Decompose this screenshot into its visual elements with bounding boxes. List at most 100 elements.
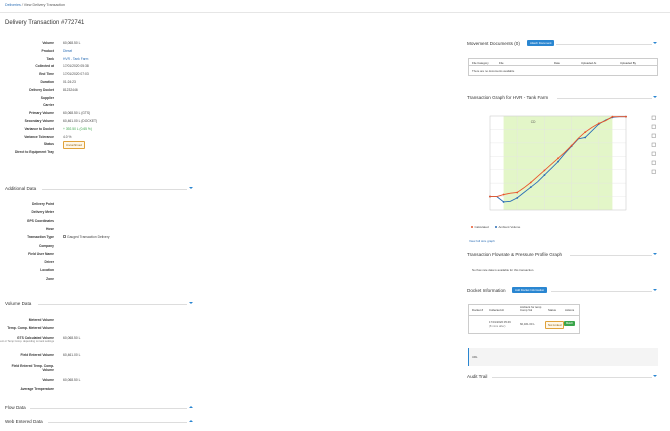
calculated-point	[516, 191, 519, 194]
field-label: Collected at	[35, 64, 54, 69]
field-label: Transaction Type	[27, 235, 54, 240]
ambient-volume-point	[516, 197, 519, 199]
field-hint: Ambient or Temp Comp. depending on tank …	[0, 340, 54, 343]
field-value: 60,068.50 L (GTS)	[63, 111, 91, 116]
section-docket-divider	[551, 291, 652, 292]
field-label: Secondary Volume	[24, 119, 54, 123]
table-header-divider	[469, 65, 657, 66]
field-value: 81232446	[63, 87, 78, 92]
column-file-category: File Category	[472, 60, 489, 65]
column-volume: Ambient for temp Comp Vol	[520, 305, 542, 312]
chart-toolbar-icon	[651, 151, 656, 156]
section-flow-divider	[30, 408, 187, 409]
chart-toolbar-icon	[651, 169, 656, 174]
field-label: GPS Coordinates	[26, 218, 54, 223]
chevron-down-icon[interactable]	[189, 187, 193, 189]
section-flowrate-divider	[570, 255, 652, 256]
section-web-title[interactable]: Web Entered Data	[5, 419, 43, 424]
section-flow-title[interactable]: Flow Data	[5, 405, 26, 410]
chevron-down-icon[interactable]	[653, 253, 657, 255]
field-value: 60,068.50 L	[63, 336, 81, 340]
field-label: Field User Name	[28, 251, 54, 256]
section-docket-title: Docket Information	[467, 288, 506, 293]
chevron-down-icon[interactable]	[653, 375, 657, 377]
calculated-point	[489, 195, 491, 198]
column-file: File	[499, 60, 504, 65]
field-label: Carrier	[43, 103, 54, 108]
attach-document-button[interactable]: Attach Document	[527, 40, 555, 46]
field-label: Field Entered Volume	[20, 353, 54, 357]
legend-calculated-label: Calculated	[475, 225, 490, 229]
docket-info-text: URL	[472, 355, 478, 359]
chart-toolbar-icon	[651, 142, 656, 147]
field-value: 4.0 %	[63, 134, 72, 139]
column-collected-at: Collected At	[489, 308, 504, 312]
field-value: 60,461.00 L	[63, 353, 81, 357]
section-web-divider	[48, 422, 187, 423]
ambient-volume-point	[543, 174, 546, 176]
field-label: Delivery Meter	[31, 210, 54, 215]
match-docket-button[interactable]: Match	[564, 321, 576, 326]
field-label: Driver	[44, 260, 54, 265]
section-flowrate-title: Transaction Flowrate & Pressure Profile …	[467, 252, 563, 257]
field-label: Location	[40, 268, 54, 273]
field-label: Variance to Docket	[24, 126, 54, 131]
chevron-down-icon[interactable]	[189, 302, 193, 304]
column-actions: Actions	[565, 308, 575, 312]
field-value: 17/01/2020 05:38	[63, 64, 89, 69]
view-full-graph-link[interactable]: View full size graph	[469, 239, 495, 243]
chevron-down-icon[interactable]	[653, 42, 657, 44]
ambient-volume-point	[584, 136, 587, 139]
field-label: Metered Volume	[28, 318, 54, 322]
field-label: Supplier	[40, 95, 54, 100]
field-label: Product	[41, 48, 54, 53]
column-uploaded-at: Uploaded At	[581, 60, 597, 65]
add-docket-button[interactable]: Add Docket Information	[512, 287, 548, 293]
field-value: 17/01/2020 07:03	[63, 72, 89, 77]
breadcrumb-current: View Delivery Transaction	[23, 3, 66, 7]
page-title: Delivery Transaction #772741	[5, 20, 85, 26]
section-audit-title[interactable]: Audit Trail	[467, 374, 487, 379]
field-label: Duration	[40, 80, 54, 84]
chevron-up-icon[interactable]	[189, 420, 193, 422]
field-value: Gauged Transaction Delivery	[67, 235, 110, 240]
field-label: Temp. Comp. Metered Volume	[7, 326, 54, 330]
field-label: Zone	[46, 276, 54, 281]
column-uploaded-by: Uploaded By	[620, 60, 637, 65]
checkbox-icon[interactable]	[63, 235, 66, 238]
section-movement-divider	[556, 44, 652, 45]
section-additional-title[interactable]: Additional Data	[5, 186, 36, 191]
ambient-volume-point	[502, 201, 505, 203]
column-date: Date	[554, 60, 560, 65]
section-volume-title[interactable]: Volume Data	[5, 301, 31, 306]
section-graph-divider	[557, 98, 652, 99]
status-badge: Unconfirmed	[63, 141, 85, 149]
chevron-down-icon[interactable]	[653, 96, 657, 98]
section-additional-divider	[42, 189, 187, 190]
chevron-down-icon[interactable]	[653, 289, 657, 291]
chevron-up-icon[interactable]	[189, 406, 193, 408]
field-label: Field Entered Temp. Comp. Volume	[11, 364, 54, 372]
table-header-divider	[469, 315, 579, 316]
field-value: 01:24:23	[63, 80, 76, 84]
field-label: End Time	[39, 72, 54, 77]
field-value-link[interactable]: HVR - Tank Farm	[63, 57, 88, 61]
ambient-volume-point	[529, 186, 532, 189]
chart-peak-label: CD	[531, 120, 536, 124]
calculated-point	[625, 115, 627, 118]
docket-table: Docket # Collected At Ambient for temp C…	[468, 304, 580, 334]
field-value: 60,461.00 L (DOCKET)	[63, 119, 98, 123]
legend-ambient-label: Ambient Volume	[499, 225, 521, 229]
field-value-link[interactable]: Diesel	[63, 49, 72, 53]
breadcrumb-root-link[interactable]: Deliveries	[5, 3, 21, 7]
flowrate-empty-message: No flow rate data is available for this …	[472, 268, 535, 272]
section-audit-divider	[492, 377, 652, 378]
empty-documents-message: There are no documents available	[472, 69, 515, 73]
field-label: Volume	[42, 378, 54, 382]
chart-toolbar-icon	[651, 115, 656, 120]
field-label: Primary Volume	[29, 111, 54, 116]
field-label: Delivery Point	[32, 202, 54, 206]
ambient-volume-point	[557, 160, 559, 163]
legend-ambient-marker	[495, 226, 497, 228]
calculated-point	[611, 115, 614, 118]
